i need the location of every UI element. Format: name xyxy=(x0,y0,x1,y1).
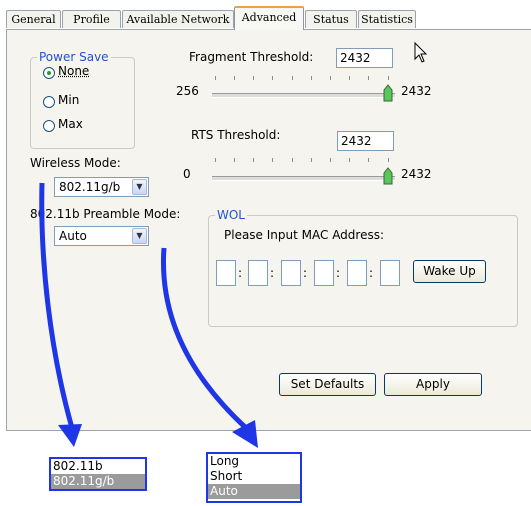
annotation-arrows xyxy=(39,182,258,448)
preamble-mode-dropdown-list: Long Short Auto xyxy=(206,452,302,503)
wireless-mode-dropdown-list: 802.11b 802.11g/b xyxy=(49,457,147,491)
preamble-option-selected[interactable]: Auto xyxy=(208,484,300,499)
preamble-option[interactable]: Long xyxy=(208,454,300,469)
wireless-mode-option[interactable]: 802.11b xyxy=(51,459,145,474)
wireless-mode-option-selected[interactable]: 802.11g/b xyxy=(51,474,145,489)
preamble-option[interactable]: Short xyxy=(208,469,300,484)
tab-advanced[interactable]: Advanced xyxy=(234,6,304,30)
